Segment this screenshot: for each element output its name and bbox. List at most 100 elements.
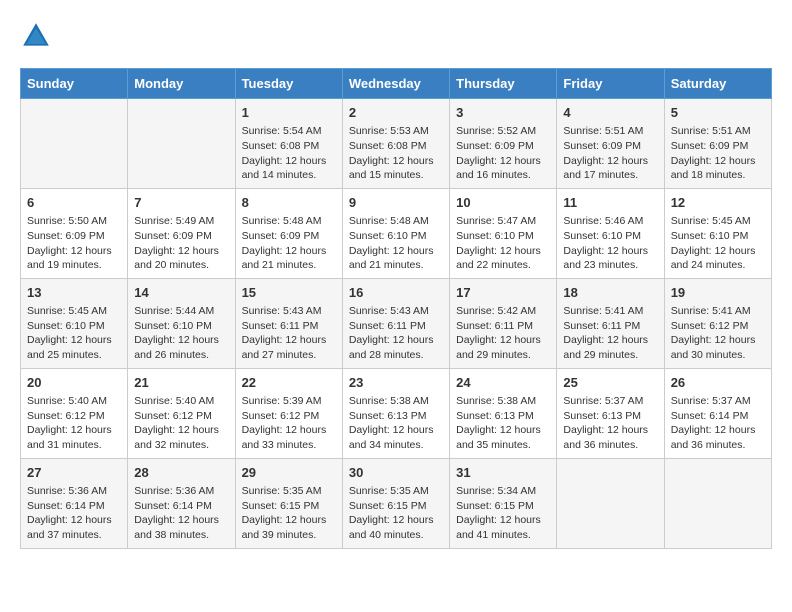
- day-of-week-header: Thursday: [450, 69, 557, 99]
- day-info: Sunrise: 5:43 AM Sunset: 6:11 PM Dayligh…: [242, 304, 336, 363]
- calendar-cell: 30 Sunrise: 5:35 AM Sunset: 6:15 PM Dayli…: [342, 458, 449, 548]
- calendar-cell: 29 Sunrise: 5:35 AM Sunset: 6:15 PM Dayli…: [235, 458, 342, 548]
- calendar-header-row: SundayMondayTuesdayWednesdayThursdayFrid…: [21, 69, 772, 99]
- calendar-cell: 9 Sunrise: 5:48 AM Sunset: 6:10 PM Daylig…: [342, 188, 449, 278]
- day-info: Sunrise: 5:54 AM Sunset: 6:08 PM Dayligh…: [242, 124, 336, 183]
- calendar-cell: 24Sunrise: 5:38 AM Sunset: 6:13 PM Dayli…: [450, 368, 557, 458]
- day-info: Sunrise: 5:48 AM Sunset: 6:09 PM Dayligh…: [242, 214, 336, 273]
- day-info: Sunrise: 5:36 AM Sunset: 6:14 PM Dayligh…: [27, 484, 121, 543]
- day-info: Sunrise: 5:47 AM Sunset: 6:10 PM Dayligh…: [456, 214, 550, 273]
- calendar-cell: 18 Sunrise: 5:41 AM Sunset: 6:11 PM Dayli…: [557, 278, 664, 368]
- day-info: Sunrise: 5:35 AM Sunset: 6:15 PM Dayligh…: [242, 484, 336, 543]
- calendar-cell: 14Sunrise: 5:44 AM Sunset: 6:10 PM Dayli…: [128, 278, 235, 368]
- day-number: 9: [349, 194, 443, 212]
- calendar-cell: 22 Sunrise: 5:39 AM Sunset: 6:12 PM Dayli…: [235, 368, 342, 458]
- day-info: Sunrise: 5:37 AM Sunset: 6:13 PM Dayligh…: [563, 394, 657, 453]
- calendar-cell: 23 Sunrise: 5:38 AM Sunset: 6:13 PM Dayli…: [342, 368, 449, 458]
- day-number: 16: [349, 284, 443, 302]
- day-of-week-header: Wednesday: [342, 69, 449, 99]
- calendar-cell: 13 Sunrise: 5:45 AM Sunset: 6:10 PM Dayli…: [21, 278, 128, 368]
- calendar-cell: 10 Sunrise: 5:47 AM Sunset: 6:10 PM Dayli…: [450, 188, 557, 278]
- day-number: 28: [134, 464, 228, 482]
- calendar-week-row: 13 Sunrise: 5:45 AM Sunset: 6:10 PM Dayli…: [21, 278, 772, 368]
- day-info: Sunrise: 5:39 AM Sunset: 6:12 PM Dayligh…: [242, 394, 336, 453]
- day-info: Sunrise: 5:45 AM Sunset: 6:10 PM Dayligh…: [671, 214, 765, 273]
- day-of-week-header: Tuesday: [235, 69, 342, 99]
- calendar-cell: 16 Sunrise: 5:43 AM Sunset: 6:11 PM Dayli…: [342, 278, 449, 368]
- day-number: 6: [27, 194, 121, 212]
- day-number: 20: [27, 374, 121, 392]
- calendar-cell: 8 Sunrise: 5:48 AM Sunset: 6:09 PM Daylig…: [235, 188, 342, 278]
- calendar-cell: [128, 99, 235, 189]
- day-number: 8: [242, 194, 336, 212]
- day-info: Sunrise: 5:40 AM Sunset: 6:12 PM Dayligh…: [27, 394, 121, 453]
- day-number: 26: [671, 374, 765, 392]
- day-info: Sunrise: 5:52 AM Sunset: 6:09 PM Dayligh…: [456, 124, 550, 183]
- day-info: Sunrise: 5:37 AM Sunset: 6:14 PM Dayligh…: [671, 394, 765, 453]
- calendar-cell: 26 Sunrise: 5:37 AM Sunset: 6:14 PM Dayli…: [664, 368, 771, 458]
- calendar-cell: 21 Sunrise: 5:40 AM Sunset: 6:12 PM Dayli…: [128, 368, 235, 458]
- day-info: Sunrise: 5:48 AM Sunset: 6:10 PM Dayligh…: [349, 214, 443, 273]
- day-info: Sunrise: 5:43 AM Sunset: 6:11 PM Dayligh…: [349, 304, 443, 363]
- day-info: Sunrise: 5:35 AM Sunset: 6:15 PM Dayligh…: [349, 484, 443, 543]
- day-number: 2: [349, 104, 443, 122]
- day-info: Sunrise: 5:45 AM Sunset: 6:10 PM Dayligh…: [27, 304, 121, 363]
- day-number: 7: [134, 194, 228, 212]
- day-number: 29: [242, 464, 336, 482]
- calendar-cell: 4 Sunrise: 5:51 AM Sunset: 6:09 PM Daylig…: [557, 99, 664, 189]
- day-number: 21: [134, 374, 228, 392]
- calendar-cell: 3Sunrise: 5:52 AM Sunset: 6:09 PM Daylig…: [450, 99, 557, 189]
- calendar-cell: 25 Sunrise: 5:37 AM Sunset: 6:13 PM Dayli…: [557, 368, 664, 458]
- day-number: 30: [349, 464, 443, 482]
- calendar-cell: 5 Sunrise: 5:51 AM Sunset: 6:09 PM Daylig…: [664, 99, 771, 189]
- day-info: Sunrise: 5:51 AM Sunset: 6:09 PM Dayligh…: [671, 124, 765, 183]
- day-info: Sunrise: 5:51 AM Sunset: 6:09 PM Dayligh…: [563, 124, 657, 183]
- day-number: 13: [27, 284, 121, 302]
- day-info: Sunrise: 5:41 AM Sunset: 6:11 PM Dayligh…: [563, 304, 657, 363]
- calendar-week-row: 1 Sunrise: 5:54 AM Sunset: 6:08 PM Daylig…: [21, 99, 772, 189]
- day-info: Sunrise: 5:34 AM Sunset: 6:15 PM Dayligh…: [456, 484, 550, 543]
- day-of-week-header: Monday: [128, 69, 235, 99]
- calendar-week-row: 6 Sunrise: 5:50 AM Sunset: 6:09 PM Daylig…: [21, 188, 772, 278]
- calendar-cell: 17Sunrise: 5:42 AM Sunset: 6:11 PM Dayli…: [450, 278, 557, 368]
- calendar-cell: 19 Sunrise: 5:41 AM Sunset: 6:12 PM Dayli…: [664, 278, 771, 368]
- day-number: 5: [671, 104, 765, 122]
- day-number: 1: [242, 104, 336, 122]
- calendar-cell: [21, 99, 128, 189]
- day-info: Sunrise: 5:40 AM Sunset: 6:12 PM Dayligh…: [134, 394, 228, 453]
- day-number: 18: [563, 284, 657, 302]
- day-number: 23: [349, 374, 443, 392]
- calendar-cell: 1 Sunrise: 5:54 AM Sunset: 6:08 PM Daylig…: [235, 99, 342, 189]
- day-number: 14: [134, 284, 228, 302]
- day-number: 31: [456, 464, 550, 482]
- calendar-cell: 27Sunrise: 5:36 AM Sunset: 6:14 PM Dayli…: [21, 458, 128, 548]
- day-info: Sunrise: 5:38 AM Sunset: 6:13 PM Dayligh…: [349, 394, 443, 453]
- calendar-cell: [664, 458, 771, 548]
- day-of-week-header: Sunday: [21, 69, 128, 99]
- calendar-cell: 7 Sunrise: 5:49 AM Sunset: 6:09 PM Daylig…: [128, 188, 235, 278]
- day-number: 25: [563, 374, 657, 392]
- day-number: 19: [671, 284, 765, 302]
- day-info: Sunrise: 5:49 AM Sunset: 6:09 PM Dayligh…: [134, 214, 228, 273]
- day-info: Sunrise: 5:53 AM Sunset: 6:08 PM Dayligh…: [349, 124, 443, 183]
- calendar-cell: 12 Sunrise: 5:45 AM Sunset: 6:10 PM Dayli…: [664, 188, 771, 278]
- day-number: 10: [456, 194, 550, 212]
- calendar-cell: 31 Sunrise: 5:34 AM Sunset: 6:15 PM Dayli…: [450, 458, 557, 548]
- day-number: 12: [671, 194, 765, 212]
- day-number: 15: [242, 284, 336, 302]
- calendar-cell: [557, 458, 664, 548]
- calendar-cell: 28 Sunrise: 5:36 AM Sunset: 6:14 PM Dayli…: [128, 458, 235, 548]
- calendar-cell: 11Sunrise: 5:46 AM Sunset: 6:10 PM Dayli…: [557, 188, 664, 278]
- day-info: Sunrise: 5:41 AM Sunset: 6:12 PM Dayligh…: [671, 304, 765, 363]
- day-info: Sunrise: 5:36 AM Sunset: 6:14 PM Dayligh…: [134, 484, 228, 543]
- day-of-week-header: Saturday: [664, 69, 771, 99]
- calendar-cell: 6 Sunrise: 5:50 AM Sunset: 6:09 PM Daylig…: [21, 188, 128, 278]
- day-number: 22: [242, 374, 336, 392]
- calendar-cell: 20 Sunrise: 5:40 AM Sunset: 6:12 PM Dayli…: [21, 368, 128, 458]
- logo-icon: [20, 20, 52, 52]
- logo: [20, 20, 56, 52]
- day-info: Sunrise: 5:50 AM Sunset: 6:09 PM Dayligh…: [27, 214, 121, 273]
- day-info: Sunrise: 5:42 AM Sunset: 6:11 PM Dayligh…: [456, 304, 550, 363]
- day-number: 11: [563, 194, 657, 212]
- day-number: 4: [563, 104, 657, 122]
